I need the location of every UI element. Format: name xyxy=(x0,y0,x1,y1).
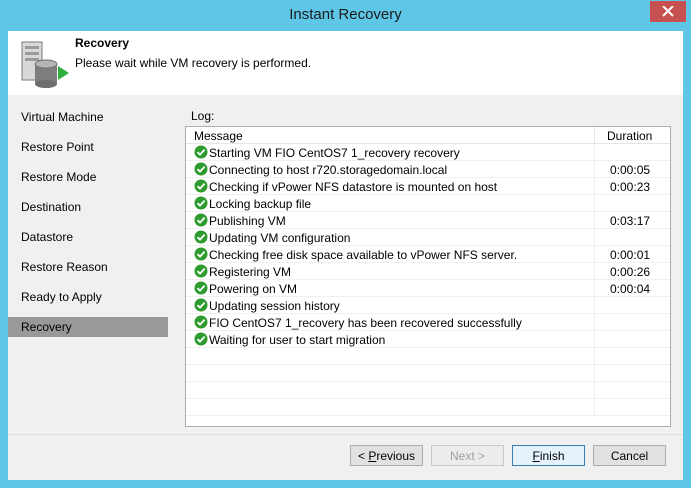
sidebar-step-ready-to-apply[interactable]: Ready to Apply xyxy=(8,287,168,307)
log-duration: 0:00:01 xyxy=(610,248,651,262)
column-divider[interactable] xyxy=(594,127,595,144)
next-button[interactable]: Next > xyxy=(431,445,504,466)
log-duration: 0:00:26 xyxy=(610,265,651,279)
log-duration: 0:03:17 xyxy=(610,214,651,228)
close-button[interactable] xyxy=(650,1,686,22)
log-list[interactable]: Message Duration Starting VM FIO CentOS7… xyxy=(185,126,671,427)
wizard-header: Recovery Please wait while VM recovery i… xyxy=(8,31,683,95)
log-rows: Starting VM FIO CentOS7 1_recovery recov… xyxy=(186,144,670,416)
log-message: Updating session history xyxy=(209,299,340,313)
log-message: Starting VM FIO CentOS7 1_recovery recov… xyxy=(209,146,460,160)
sidebar-step-destination[interactable]: Destination xyxy=(8,197,168,217)
log-row[interactable]: Connecting to host r720.storagedomain.lo… xyxy=(186,161,670,178)
log-message: Locking backup file xyxy=(209,197,312,211)
column-divider xyxy=(594,178,595,195)
log-row[interactable]: Starting VM FIO CentOS7 1_recovery recov… xyxy=(186,144,670,161)
column-divider xyxy=(594,144,595,161)
log-row-empty xyxy=(186,399,670,416)
log-row[interactable]: Waiting for user to start migration xyxy=(186,331,670,348)
success-check-icon xyxy=(194,145,208,159)
log-row[interactable]: FIO CentOS7 1_recovery has been recovere… xyxy=(186,314,670,331)
column-divider xyxy=(594,365,595,382)
wizard-body: Recovery Please wait while VM recovery i… xyxy=(8,31,683,480)
step-description: Please wait while VM recovery is perform… xyxy=(75,56,312,70)
log-message: FIO CentOS7 1_recovery has been recovere… xyxy=(209,316,522,330)
column-divider xyxy=(594,331,595,348)
log-row[interactable]: Publishing VM 0:03:17 xyxy=(186,212,670,229)
step-title: Recovery xyxy=(75,36,130,50)
log-row[interactable]: Updating VM configuration xyxy=(186,229,670,246)
log-row[interactable]: Updating session history xyxy=(186,297,670,314)
success-check-icon xyxy=(194,298,208,312)
instant-recovery-window: Instant Recovery Recovery Please wait wh… xyxy=(0,0,691,488)
success-check-icon xyxy=(194,332,208,346)
column-divider xyxy=(594,195,595,212)
finish-label-rest: inish xyxy=(539,449,565,463)
success-check-icon xyxy=(194,196,208,210)
column-divider xyxy=(594,246,595,263)
log-header: Message Duration xyxy=(186,127,670,144)
sidebar-step-restore-point[interactable]: Restore Point xyxy=(8,137,168,157)
column-divider xyxy=(594,263,595,280)
success-check-icon xyxy=(194,230,208,244)
column-divider xyxy=(594,212,595,229)
sidebar-step-virtual-machine[interactable]: Virtual Machine xyxy=(8,107,168,127)
log-message: Registering VM xyxy=(209,265,292,279)
sidebar-step-restore-mode[interactable]: Restore Mode xyxy=(8,167,168,187)
success-check-icon xyxy=(194,315,208,329)
column-divider xyxy=(594,161,595,178)
log-message: Updating VM configuration xyxy=(209,231,351,245)
column-divider xyxy=(594,229,595,246)
log-duration: 0:00:05 xyxy=(610,163,651,177)
column-divider xyxy=(594,399,595,416)
sidebar-step-restore-reason[interactable]: Restore Reason xyxy=(8,257,168,277)
column-divider xyxy=(594,382,595,399)
success-check-icon xyxy=(194,264,208,278)
column-header-message[interactable]: Message xyxy=(194,129,243,143)
log-row[interactable]: Powering on VM 0:00:04 xyxy=(186,280,670,297)
window-title: Instant Recovery xyxy=(289,6,402,23)
finish-label-accesskey: F xyxy=(532,449,540,463)
log-message: Connecting to host r720.storagedomain.lo… xyxy=(209,163,448,177)
wizard-steps: Virtual Machine Restore Point Restore Mode… xyxy=(8,102,168,437)
column-header-duration[interactable]: Duration xyxy=(607,129,652,143)
cancel-button[interactable]: Cancel xyxy=(593,445,666,466)
log-row[interactable]: Checking free disk space available to vP… xyxy=(186,246,670,263)
log-row[interactable]: Checking if vPower NFS datastore is moun… xyxy=(186,178,670,195)
log-duration: 0:00:23 xyxy=(610,180,651,194)
column-divider xyxy=(594,314,595,331)
sidebar-step-recovery[interactable]: Recovery xyxy=(8,317,168,337)
success-check-icon xyxy=(194,213,208,227)
column-divider xyxy=(594,348,595,365)
log-row[interactable]: Registering VM 0:00:26 xyxy=(186,263,670,280)
log-duration: 0:00:04 xyxy=(610,282,651,296)
title-bar[interactable]: Instant Recovery xyxy=(0,0,691,31)
close-icon xyxy=(662,6,674,17)
success-check-icon xyxy=(194,179,208,193)
success-check-icon xyxy=(194,247,208,261)
previous-label-rest: revious xyxy=(376,449,416,463)
previous-label-prefix: < xyxy=(357,449,369,463)
finish-button[interactable]: Finish xyxy=(512,445,585,466)
log-label: Log: xyxy=(191,109,215,123)
log-message: Checking free disk space available to vP… xyxy=(209,248,518,262)
previous-button[interactable]: < Previous xyxy=(350,445,423,466)
success-check-icon xyxy=(194,162,208,176)
success-check-icon xyxy=(194,281,208,295)
log-message: Waiting for user to start migration xyxy=(209,333,386,347)
column-divider xyxy=(594,280,595,297)
log-row[interactable]: Locking backup file xyxy=(186,195,670,212)
server-database-icon xyxy=(21,41,69,88)
log-message: Checking if vPower NFS datastore is moun… xyxy=(209,180,498,194)
column-divider xyxy=(594,297,595,314)
log-row-empty xyxy=(186,382,670,399)
log-message: Publishing VM xyxy=(209,214,286,228)
log-row-empty xyxy=(186,348,670,365)
footer-divider xyxy=(8,434,683,435)
sidebar-step-datastore[interactable]: Datastore xyxy=(8,227,168,247)
log-row-empty xyxy=(186,365,670,382)
log-message: Powering on VM xyxy=(209,282,298,296)
